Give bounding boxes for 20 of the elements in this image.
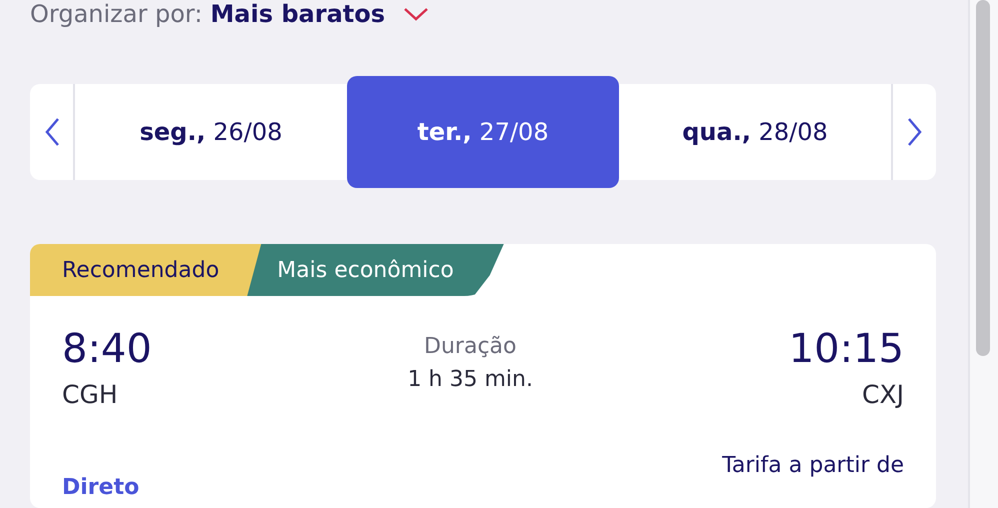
- departure-time: 8:40: [62, 326, 152, 372]
- duration-value: 1 h 35 min.: [408, 367, 533, 392]
- date-tab[interactable]: ter., 27/08: [347, 76, 619, 188]
- chevron-right-icon: [906, 117, 922, 147]
- departure-airport: CGH: [62, 380, 118, 409]
- sort-value[interactable]: Mais baratos: [210, 0, 386, 28]
- fare-label: Tarifa a partir de: [722, 453, 904, 478]
- chevron-left-icon: [44, 117, 60, 147]
- arrival-time: 10:15: [788, 326, 904, 372]
- scrollbar-thumb[interactable]: [976, 0, 990, 356]
- sort-label: Organizar por:: [30, 0, 202, 28]
- date-tab[interactable]: qua., 28/08: [619, 84, 891, 180]
- date-tab[interactable]: seg., 26/08: [75, 84, 347, 180]
- duration-label: Duração: [424, 334, 516, 359]
- scrollbar[interactable]: [968, 0, 998, 508]
- flight-card[interactable]: Recomendado Mais econômico 8:40 CGH Duração 1 h 35 min. 10:15 CXJ Direto Tarifa a partir de: [30, 244, 936, 508]
- arrival-airport: CXJ: [862, 380, 904, 409]
- chevron-down-icon[interactable]: [403, 6, 430, 22]
- flight-tag: Mais econômico: [247, 244, 504, 296]
- stops-label: Direto: [62, 475, 140, 500]
